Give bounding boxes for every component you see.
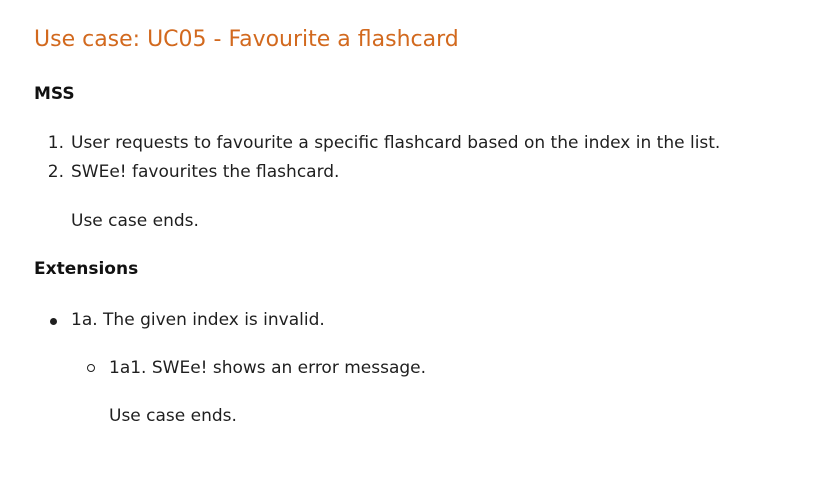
step-text: User requests to favourite a specific fl… <box>71 133 721 153</box>
extension-sub-item: 1a1. SWEe! shows an error message. <box>109 358 427 378</box>
circle-bullet-icon <box>87 364 95 372</box>
mss-heading: MSS <box>34 84 75 104</box>
use-case-title: Use case: UC05 - Favourite a flashcard <box>34 27 459 52</box>
extensions-heading: Extensions <box>34 259 139 279</box>
step-text: SWEe! favourites the flashcard. <box>71 162 340 182</box>
disc-bullet-icon <box>50 318 57 325</box>
mss-end-text: Use case ends. <box>71 211 199 231</box>
extension-item: 1a. The given index is invalid. <box>71 310 325 330</box>
step-number: 1. <box>47 133 64 153</box>
extension-end-text: Use case ends. <box>109 406 237 426</box>
step-number: 2. <box>47 162 64 182</box>
